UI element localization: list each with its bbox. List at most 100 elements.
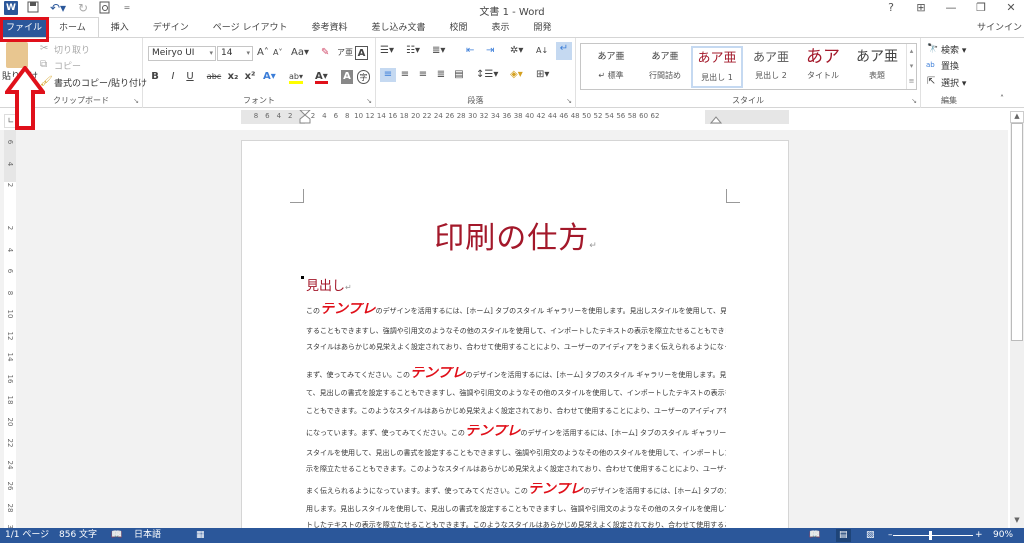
scroll-up-icon[interactable]: ▲ xyxy=(1010,111,1024,123)
zoom-slider[interactable] xyxy=(893,535,973,536)
paragraph-launcher-icon[interactable]: ↘ xyxy=(566,97,572,105)
justify-icon[interactable]: ≣ xyxy=(434,68,448,82)
tab-mailings[interactable]: 差し込み文書 xyxy=(359,18,437,38)
style-heading-1[interactable]: あア亜 見出し 1 xyxy=(691,46,743,88)
vertical-scrollbar[interactable]: ▲ ▼ xyxy=(1010,111,1024,528)
style-name: 行間詰め xyxy=(649,71,681,80)
right-indent-marker-icon[interactable] xyxy=(710,116,722,124)
style-title[interactable]: あア タイトル xyxy=(797,46,849,88)
change-case-icon[interactable]: Aa▾ xyxy=(291,46,309,60)
asian-layout-icon[interactable]: ✲▾ xyxy=(510,44,523,58)
print-layout-icon[interactable]: ▤ xyxy=(836,529,851,542)
gallery-scroll: ▴ ▾ ≡ xyxy=(906,44,916,89)
tab-page-layout[interactable]: ページ レイアウト xyxy=(201,18,300,38)
minimize-icon[interactable]: — xyxy=(944,1,958,14)
cut-button[interactable]: 切り取り xyxy=(54,43,90,56)
font-launcher-icon[interactable]: ↘ xyxy=(366,97,372,105)
decrease-indent-icon[interactable]: ⇤ xyxy=(466,44,474,58)
gallery-down-icon[interactable]: ▾ xyxy=(907,59,916,74)
align-right-icon[interactable]: ≡ xyxy=(416,68,430,82)
find-button[interactable]: 検索 ▾ xyxy=(941,43,966,56)
strikethrough-button[interactable]: abc xyxy=(205,70,223,84)
tab-review[interactable]: 校閲 xyxy=(437,18,479,38)
scroll-thumb[interactable] xyxy=(1011,123,1023,341)
tab-developer[interactable]: 開発 xyxy=(522,18,564,38)
vertical-ruler[interactable]: 64224681012141618202224262830 xyxy=(4,130,16,533)
word-count[interactable]: 856 文字 xyxy=(59,529,97,542)
ruler-tick: 28 xyxy=(6,503,14,512)
ribbon-display-icon[interactable]: ⊞ xyxy=(914,1,928,14)
zoom-in-button[interactable]: + xyxy=(975,529,983,542)
help-icon[interactable]: ? xyxy=(884,1,898,14)
align-left-icon[interactable]: ≡ xyxy=(380,68,396,82)
line-spacing-icon[interactable]: ↕☰▾ xyxy=(476,68,498,82)
tab-home[interactable]: ホーム xyxy=(46,17,99,38)
font-color-icon[interactable]: A▾ xyxy=(315,70,328,84)
horizontal-ruler[interactable]: 8 6 4 2 2 4 6 8 10 12 14 16 18 20 22 24 26 28 30 32 34 36 38 40… xyxy=(241,110,789,124)
replace-button[interactable]: 置換 xyxy=(941,59,959,72)
shading-icon[interactable]: ◈▾ xyxy=(510,68,523,82)
web-layout-icon[interactable]: ▧ xyxy=(866,529,875,542)
macro-record-icon[interactable]: ▦ xyxy=(196,529,205,542)
copy-button[interactable]: コピー xyxy=(54,59,81,72)
zoom-out-button[interactable]: – xyxy=(888,529,893,542)
highlight-color-icon[interactable]: ab▾ xyxy=(289,70,303,84)
font-size-select[interactable]: 14 ▾ xyxy=(217,46,253,61)
subscript-button[interactable]: x₂ xyxy=(226,70,240,84)
scroll-down-icon[interactable]: ▼ xyxy=(1010,516,1024,528)
shrink-font-icon[interactable]: A˅ xyxy=(273,46,282,60)
clear-formatting-icon[interactable]: ✎ xyxy=(321,46,329,60)
language-indicator[interactable]: 日本語 xyxy=(134,529,161,542)
select-button[interactable]: 選択 ▾ xyxy=(941,76,966,89)
clipboard-launcher-icon[interactable]: ↘ xyxy=(133,97,139,105)
style-heading-2[interactable]: あア亜 見出し 2 xyxy=(745,46,797,88)
align-center-icon[interactable]: ≡ xyxy=(398,68,412,82)
sign-in-link[interactable]: サインイン xyxy=(977,20,1022,33)
tab-view[interactable]: 表示 xyxy=(480,18,522,38)
style-normal[interactable]: あア亜 ↵ 標準 xyxy=(585,46,637,88)
paste-button[interactable] xyxy=(6,42,28,68)
style-no-spacing[interactable]: あア亜 行間詰め xyxy=(639,46,691,88)
increase-indent-icon[interactable]: ⇥ xyxy=(486,44,494,58)
zoom-level[interactable]: 90% xyxy=(993,529,1013,542)
enclose-characters-icon[interactable]: 字 xyxy=(357,70,370,84)
show-formatting-marks-icon[interactable]: ↵ xyxy=(556,42,572,60)
styles-launcher-icon[interactable]: ↘ xyxy=(911,97,917,105)
gallery-more-icon[interactable]: ≡ xyxy=(907,74,916,89)
proofing-icon[interactable]: 📖 xyxy=(111,529,122,542)
bold-button[interactable]: B xyxy=(150,70,160,84)
format-painter-button[interactable]: 書式のコピー/貼り付け xyxy=(54,76,147,89)
character-shading-icon[interactable]: A xyxy=(341,70,353,84)
tab-references[interactable]: 参考資料 xyxy=(299,18,359,38)
character-border-icon[interactable]: A xyxy=(355,46,368,60)
body-text-line: 用します。見出しスタイルを使用して、見出しの書式を設定することもできますし、強調… xyxy=(306,503,726,515)
tab-design[interactable]: デザイン xyxy=(141,18,201,38)
underline-button[interactable]: U xyxy=(185,70,195,84)
multilevel-list-icon[interactable]: ≣▾ xyxy=(432,44,445,58)
style-preview: あア亜 xyxy=(597,52,625,62)
font-name-select[interactable]: Meiryo UI ▾ xyxy=(148,46,216,61)
collapse-ribbon-icon[interactable]: ˄ xyxy=(1000,92,1004,106)
style-subtitle[interactable]: あア亜 表題 xyxy=(851,46,903,88)
read-mode-icon[interactable]: 📖 xyxy=(809,529,820,542)
sort-icon[interactable]: A↓ xyxy=(536,44,548,58)
tab-insert[interactable]: 挿入 xyxy=(99,18,141,38)
body-text-line: になっています。まず、使ってみてください。このテンプレのデザインを活用するには、… xyxy=(306,425,726,439)
distributed-icon[interactable]: ▤ xyxy=(452,68,466,82)
borders-icon[interactable]: ⊞▾ xyxy=(536,68,549,82)
style-preview: あア xyxy=(806,47,840,67)
italic-button[interactable]: I xyxy=(168,70,178,84)
close-icon[interactable]: ✕ xyxy=(1004,1,1018,14)
superscript-button[interactable]: x² xyxy=(243,70,257,84)
gallery-up-icon[interactable]: ▴ xyxy=(907,44,916,59)
zoom-slider-thumb[interactable] xyxy=(929,531,932,540)
grow-font-icon[interactable]: A˄ xyxy=(257,46,269,60)
bullets-icon[interactable]: ☰▾ xyxy=(380,44,394,58)
numbering-icon[interactable]: ☷▾ xyxy=(406,44,420,58)
select-cursor-icon: ⇱ xyxy=(927,76,936,87)
text-effects-icon[interactable]: A▾ xyxy=(263,70,276,84)
restore-icon[interactable]: ❐ xyxy=(974,1,988,14)
page-count[interactable]: 1/1 ページ xyxy=(5,529,49,542)
document-page[interactable]: 印刷の仕方↵ 見出し↵ このテンプレのデザインを活用するには、[ホーム] タブの… xyxy=(241,140,789,540)
phonetic-guide-icon[interactable]: ア亜 xyxy=(337,46,353,60)
